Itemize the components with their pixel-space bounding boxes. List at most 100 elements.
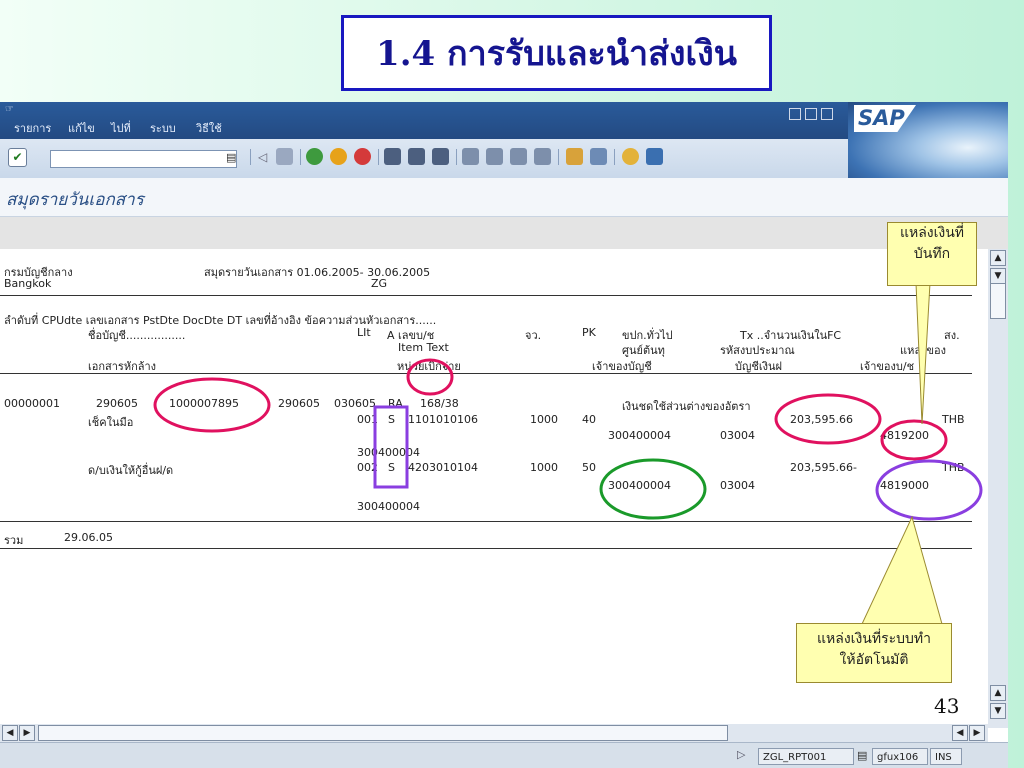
header-account-name: ชื่อบัญชี................. bbox=[88, 329, 186, 342]
title-area: สมุดรายวันเอกสาร bbox=[0, 178, 1008, 217]
find-next-icon[interactable] bbox=[432, 148, 449, 165]
menu-item-help[interactable]: วิธีใช้ bbox=[196, 119, 222, 137]
callout-recorded-source: แหล่งเงินที่ บันทึก bbox=[887, 222, 977, 286]
menu-item-system[interactable]: ระบบ bbox=[150, 119, 176, 137]
doc-type: RA bbox=[388, 397, 403, 410]
sap-logo: SAP bbox=[854, 105, 916, 132]
line2-debit-credit: S bbox=[388, 461, 395, 474]
restore-icon[interactable] bbox=[805, 108, 817, 120]
line1-gl-owner: 300400004 bbox=[608, 429, 671, 442]
line1-pk: 40 bbox=[582, 413, 596, 426]
previous-page-icon[interactable] bbox=[486, 148, 503, 165]
last-page-icon[interactable] bbox=[534, 148, 551, 165]
scroll-left-icon[interactable]: ◀ bbox=[2, 725, 18, 741]
exit-icon[interactable] bbox=[330, 148, 347, 165]
status-insert-mode[interactable]: INS bbox=[930, 748, 962, 765]
menu-item-goto[interactable]: ไปที่ bbox=[111, 119, 131, 137]
window-menu-icon[interactable]: ☞ bbox=[5, 104, 14, 115]
menu-item-list[interactable]: รายการ bbox=[14, 119, 51, 137]
header-sg: สง. bbox=[944, 329, 960, 342]
enter-check-icon[interactable]: ✔ bbox=[8, 148, 27, 167]
find-icon[interactable] bbox=[408, 148, 425, 165]
line2-disb-unit: 300400004 bbox=[357, 500, 420, 513]
command-history-icon[interactable]: ▤ bbox=[226, 151, 236, 164]
company-code: ZG bbox=[371, 277, 388, 290]
line2-pk: 50 bbox=[582, 461, 596, 474]
minimize-icon[interactable] bbox=[789, 108, 801, 120]
header-line-item: LIt bbox=[357, 326, 371, 339]
line1-disb-unit: 300400004 bbox=[357, 446, 420, 459]
line2-item: 002 bbox=[357, 461, 378, 474]
scroll-page-up-icon[interactable]: ▲ bbox=[990, 685, 1006, 701]
screen-title: สมุดรายวันเอกสาร bbox=[6, 190, 144, 210]
journal-title: สมุดรายวันเอกสาร 01.06.2005- 30.06.2005 bbox=[204, 266, 431, 279]
status-transaction: ZGL_RPT001 bbox=[758, 748, 854, 765]
doc-pstdte: 290605 bbox=[278, 397, 320, 410]
help-icon[interactable] bbox=[622, 148, 639, 165]
city-name: Bangkok bbox=[4, 277, 52, 290]
header-item-text: Item Text bbox=[398, 341, 449, 354]
total-date: 29.06.05 bbox=[64, 531, 113, 544]
callout-auto-source: แหล่งเงินที่ระบบทำ ให้อัตโนมัติ bbox=[796, 623, 952, 683]
line2-currency: THB bbox=[942, 461, 965, 474]
callout-auto-line2: ให้อัตโนมัติ bbox=[839, 652, 909, 668]
list-scroll-down-icon[interactable]: ▼ bbox=[990, 268, 1006, 284]
callout-auto-line1: แหล่งเงินที่ระบบทำ bbox=[817, 631, 931, 647]
status-bar: ▷ ZGL_RPT001 ▤ gfux106 INS bbox=[0, 742, 1008, 768]
create-session-icon[interactable] bbox=[566, 148, 583, 165]
line1-account-name: เช็คในมือ bbox=[88, 416, 134, 429]
header-pk: PK bbox=[582, 326, 596, 339]
doc-number[interactable]: 1000007895 bbox=[169, 397, 239, 410]
sap-logo-area: SAP bbox=[848, 102, 1008, 178]
command-field[interactable] bbox=[50, 150, 237, 168]
scroll-down-icon[interactable]: ▼ bbox=[990, 703, 1006, 719]
print-icon[interactable] bbox=[384, 148, 401, 165]
next-page-icon[interactable] bbox=[510, 148, 527, 165]
line2-account: 4203010104 bbox=[408, 461, 478, 474]
line1-account: 1101010106 bbox=[408, 413, 478, 426]
line2-gl-owner: 300400004 bbox=[608, 479, 671, 492]
line1-fund-source: 4819200 bbox=[880, 429, 929, 442]
status-expand-icon[interactable]: ▷ bbox=[737, 748, 745, 761]
doc-cpudte: 290605 bbox=[96, 397, 138, 410]
list-scroll-up-icon[interactable]: ▲ bbox=[990, 250, 1006, 266]
callout-recorded-line2: บันทึก bbox=[913, 246, 951, 262]
status-info-icon[interactable]: ▤ bbox=[857, 749, 867, 762]
first-page-icon[interactable] bbox=[462, 148, 479, 165]
doc-header-text: เงินชดใช้ส่วนต่างของอัตรา bbox=[622, 400, 751, 413]
save-icon[interactable] bbox=[276, 148, 293, 165]
shortcut-icon[interactable] bbox=[590, 148, 607, 165]
line1-budget-code: 03004 bbox=[720, 429, 755, 442]
back-icon[interactable] bbox=[306, 148, 323, 165]
line2-fund-source: 4819000 bbox=[880, 479, 929, 492]
close-icon[interactable] bbox=[821, 108, 833, 120]
back-arrow-icon[interactable]: ◁ bbox=[258, 150, 267, 164]
slide-title: 1.4 การรับและนำส่งเงิน bbox=[341, 15, 772, 91]
header-region: จว. bbox=[525, 329, 542, 342]
scroll-right-icon[interactable]: ▶ bbox=[19, 725, 35, 741]
line2-amount: 203,595.66- bbox=[790, 461, 857, 474]
status-server: gfux106 bbox=[872, 748, 928, 765]
line1-region: 1000 bbox=[530, 413, 558, 426]
line2-region: 1000 bbox=[530, 461, 558, 474]
vertical-scrollbar[interactable]: ▲ bbox=[988, 249, 1008, 728]
layout-menu-icon[interactable] bbox=[646, 148, 663, 165]
standard-toolbar: ✔ ▤ ◁ bbox=[0, 139, 848, 178]
menu-item-edit[interactable]: แก้ไข bbox=[68, 119, 95, 137]
doc-seq: 00000001 bbox=[4, 397, 60, 410]
hscroll-thumb[interactable] bbox=[38, 725, 728, 741]
scroll-right-2-icon[interactable]: ▶ bbox=[969, 725, 985, 741]
line1-currency: THB bbox=[942, 413, 965, 426]
scroll-left-2-icon[interactable]: ◀ bbox=[952, 725, 968, 741]
line2-account-name: ด/บเงินให้กู้อื่นฝ/ด bbox=[88, 464, 174, 477]
doc-reference: 168/38 bbox=[420, 397, 459, 410]
total-label: รวม bbox=[4, 534, 24, 547]
cancel-icon[interactable] bbox=[354, 148, 371, 165]
line1-debit-credit: S bbox=[388, 413, 395, 426]
doc-docdte: 030605 bbox=[334, 397, 376, 410]
page-number: 43 bbox=[934, 694, 960, 718]
callout-recorded-line1: แหล่งเงินที่ bbox=[899, 225, 965, 241]
horizontal-scrollbar[interactable]: ◀ ▶ ◀ ▶ bbox=[0, 724, 988, 742]
line2-budget-code: 03004 bbox=[720, 479, 755, 492]
line1-item: 001 bbox=[357, 413, 378, 426]
